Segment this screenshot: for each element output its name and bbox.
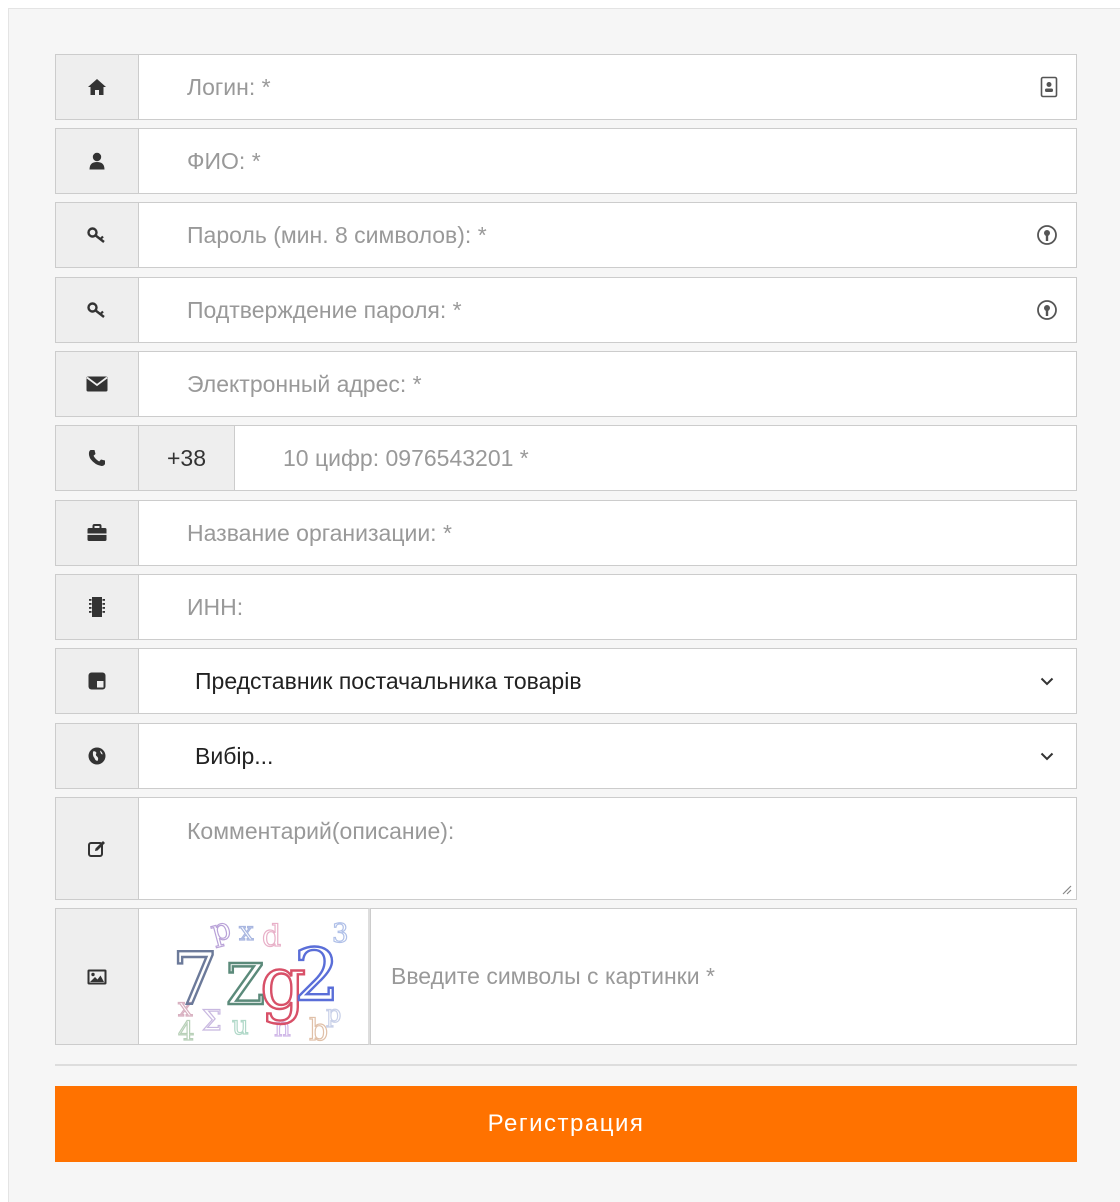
edit-icon bbox=[55, 797, 138, 900]
inn-placeholder: ИНН: bbox=[187, 593, 244, 620]
user-icon bbox=[55, 128, 138, 194]
role-select[interactable]: Представник постачальника товарів bbox=[138, 648, 1077, 714]
region-selected-value: Вибір... bbox=[195, 742, 274, 769]
email-row: Электронный адрес: * bbox=[55, 351, 1077, 417]
svg-text:x: x bbox=[239, 917, 254, 947]
captcha-placeholder: Введите символы с картинки * bbox=[391, 963, 715, 989]
autofill-contact-icon[interactable] bbox=[1040, 76, 1058, 98]
divider bbox=[55, 1064, 1077, 1066]
captcha-input[interactable]: Введите символы с картинки * bbox=[370, 908, 1077, 1045]
resize-handle-icon[interactable] bbox=[1060, 883, 1072, 895]
phone-prefix: +38 bbox=[138, 425, 234, 491]
checker-icon bbox=[55, 648, 138, 714]
email-input[interactable]: Электронный адрес: * bbox=[138, 351, 1077, 417]
phone-icon bbox=[55, 425, 138, 491]
password-confirm-input[interactable]: Подтверждение пароля: * bbox=[138, 277, 1077, 343]
key-icon bbox=[55, 277, 138, 343]
password-row: Пароль (мин. 8 символов): * bbox=[55, 202, 1077, 268]
phone-placeholder: 10 цифр: 0976543201 * bbox=[283, 444, 529, 471]
chevron-down-icon[interactable] bbox=[1036, 670, 1058, 692]
password-key-icon[interactable] bbox=[1036, 299, 1058, 321]
inn-input[interactable]: ИНН: bbox=[138, 574, 1077, 640]
login-input[interactable]: Логин: * bbox=[138, 54, 1077, 120]
key-icon bbox=[55, 202, 138, 268]
full-name-row: ФИО: * bbox=[55, 128, 1077, 194]
chip-icon bbox=[55, 574, 138, 640]
password-input[interactable]: Пароль (мин. 8 символов): * bbox=[138, 202, 1077, 268]
captcha-image: p x d 3 x 4 Σ u n b p 7 Z g 2 bbox=[138, 908, 370, 1045]
role-row: Представник постачальника товарів bbox=[55, 648, 1077, 714]
chevron-down-icon[interactable] bbox=[1036, 745, 1058, 767]
captcha-row: p x d 3 x 4 Σ u n b p 7 Z g 2 Введите си… bbox=[55, 908, 1077, 1045]
organization-row: Название организации: * bbox=[55, 500, 1077, 566]
password-confirm-row: Подтверждение пароля: * bbox=[55, 277, 1077, 343]
briefcase-icon bbox=[55, 500, 138, 566]
comment-placeholder: Комментарий(описание): bbox=[187, 818, 455, 844]
full-name-input[interactable]: ФИО: * bbox=[138, 128, 1077, 194]
organization-input[interactable]: Название организации: * bbox=[138, 500, 1077, 566]
region-row: Вибір... bbox=[55, 723, 1077, 789]
image-icon bbox=[55, 908, 138, 1045]
login-placeholder: Логин: * bbox=[187, 73, 271, 100]
home-icon bbox=[55, 54, 138, 120]
login-row: Логин: * bbox=[55, 54, 1077, 120]
phone-row: +38 10 цифр: 0976543201 * bbox=[55, 425, 1077, 491]
password-placeholder: Пароль (мин. 8 символов): * bbox=[187, 221, 487, 248]
full-name-placeholder: ФИО: * bbox=[187, 147, 261, 174]
password-key-icon[interactable] bbox=[1036, 224, 1058, 246]
inn-row: ИНН: bbox=[55, 574, 1077, 640]
svg-text:2: 2 bbox=[294, 933, 340, 1017]
organization-placeholder: Название организации: * bbox=[187, 519, 452, 546]
envelope-icon bbox=[55, 351, 138, 417]
comment-row: Комментарий(описание): bbox=[55, 797, 1077, 900]
register-button[interactable]: Регистрация bbox=[55, 1086, 1077, 1162]
region-select[interactable]: Вибір... bbox=[138, 723, 1077, 789]
globe-icon bbox=[55, 723, 138, 789]
role-selected-value: Представник постачальника товарів bbox=[195, 667, 582, 694]
phone-input[interactable]: 10 цифр: 0976543201 * bbox=[234, 425, 1077, 491]
comment-textarea[interactable]: Комментарий(описание): bbox=[138, 797, 1077, 900]
captcha-char-1: 7 bbox=[172, 937, 218, 1021]
email-placeholder: Электронный адрес: * bbox=[187, 370, 422, 397]
password-confirm-placeholder: Подтверждение пароля: * bbox=[187, 296, 462, 323]
